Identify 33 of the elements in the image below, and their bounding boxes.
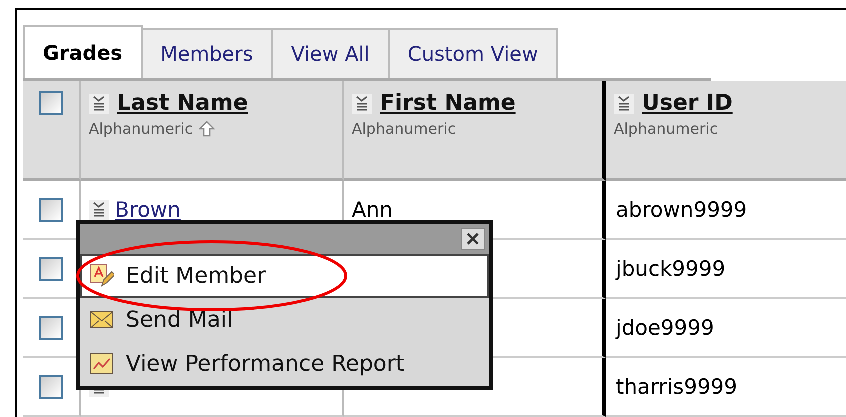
column-subtitle: Alphanumeric: [614, 120, 718, 138]
column-title[interactable]: User ID: [642, 91, 733, 116]
menu-item[interactable]: View Performance Report: [80, 342, 489, 386]
user-id-cell: jdoe9999: [616, 316, 714, 340]
close-icon: [466, 232, 480, 246]
user-id-cell: abrown9999: [616, 198, 748, 222]
tab[interactable]: Members: [140, 28, 274, 78]
menu-item[interactable]: Send Mail: [80, 298, 489, 342]
row-checkbox[interactable]: [39, 256, 63, 280]
user-id-cell: tharris9999: [616, 374, 738, 398]
tab[interactable]: Grades: [23, 25, 143, 78]
edit-pencil-icon: [90, 264, 114, 288]
last-name-link[interactable]: Brown: [115, 198, 181, 222]
column-title[interactable]: Last Name: [117, 91, 248, 116]
select-all-checkbox[interactable]: [39, 91, 63, 115]
sort-menu-icon[interactable]: [352, 94, 372, 114]
first-name-cell: Ann: [352, 198, 393, 222]
sort-menu-icon[interactable]: [614, 94, 634, 114]
row-checkbox[interactable]: [39, 374, 63, 398]
column-subtitle: Alphanumeric: [352, 120, 456, 138]
line-chart-icon: [90, 353, 114, 375]
row-checkbox[interactable]: [39, 316, 63, 340]
column-title[interactable]: First Name: [380, 91, 516, 116]
sort-menu-icon[interactable]: [89, 94, 109, 114]
sort-menu-icon[interactable]: [89, 200, 109, 220]
tab[interactable]: View All: [271, 28, 390, 78]
menu-item[interactable]: Edit Member: [80, 254, 489, 298]
close-button[interactable]: [461, 228, 485, 250]
row-checkbox[interactable]: [39, 198, 63, 222]
envelope-icon: [90, 311, 114, 329]
tab[interactable]: Custom View: [388, 28, 558, 78]
user-id-cell: jbuck9999: [616, 256, 726, 280]
column-subtitle: Alphanumeric: [89, 120, 194, 138]
